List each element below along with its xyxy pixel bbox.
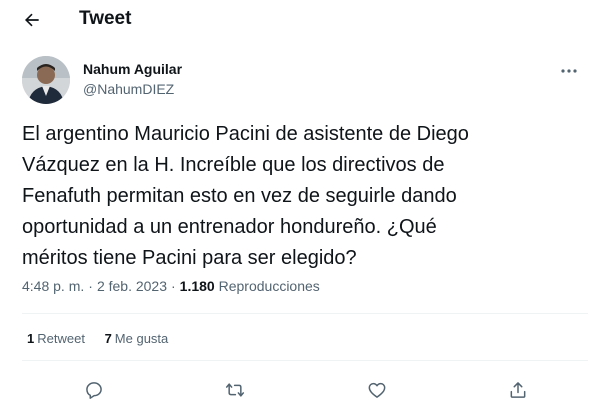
views-label: Reproducciones xyxy=(218,278,320,294)
like-button[interactable] xyxy=(363,376,391,404)
back-button[interactable] xyxy=(18,6,46,34)
tweet-time[interactable]: 4:48 p. m. xyxy=(22,278,84,294)
divider xyxy=(22,313,588,314)
tweet-text-line: méritos tiene Pacini para ser elegido? xyxy=(22,247,357,269)
retweets-count: 1 xyxy=(27,331,35,346)
retweets-stat[interactable]: 1 Retweet xyxy=(27,331,85,346)
tweet-author: Nahum Aguilar @NahumDIEZ xyxy=(22,56,582,108)
more-options-button[interactable] xyxy=(556,62,582,80)
tweet-meta: 4:48 p. m. · 2 feb. 2023 · 1.180 Reproduccio… xyxy=(22,278,320,294)
more-horizontal-icon xyxy=(561,69,577,73)
action-bar xyxy=(0,376,596,404)
tweet-date[interactable]: 2 feb. 2023 xyxy=(97,278,167,294)
page-title: Tweet xyxy=(79,8,132,29)
share-button[interactable] xyxy=(504,376,532,404)
tweet-text-line: oportunidad a un entrenador hondureño. ¿… xyxy=(22,216,437,238)
tweet-text-line: Fenafuth permitan esto en vez de seguirl… xyxy=(22,185,457,207)
retweets-label: Retweet xyxy=(37,331,85,346)
tweet-text-line: Vázquez en la H. Increíble que los direc… xyxy=(22,154,445,176)
arrow-left-icon xyxy=(25,13,39,27)
profile-photo xyxy=(22,56,70,104)
retweet-button[interactable] xyxy=(221,376,249,404)
heart-icon xyxy=(368,382,386,398)
author-name[interactable]: Nahum Aguilar xyxy=(83,61,182,77)
views-count: 1.180 xyxy=(179,278,215,294)
tweet-text-line: El argentino Mauricio Pacini de asistent… xyxy=(22,123,469,145)
meta-separator: · xyxy=(171,278,176,294)
top-bar: Tweet xyxy=(0,0,596,40)
reply-button[interactable] xyxy=(80,376,108,404)
tweet-text: El argentino Mauricio Pacini de asistent… xyxy=(22,119,582,274)
share-icon xyxy=(510,382,526,398)
avatar[interactable] xyxy=(22,56,70,104)
likes-count: 7 xyxy=(104,331,112,346)
engagement-stats: 1 Retweet 7 Me gusta xyxy=(27,331,184,346)
retweet-icon xyxy=(225,383,245,397)
likes-stat[interactable]: 7 Me gusta xyxy=(105,331,169,346)
likes-label: Me gusta xyxy=(114,331,169,346)
divider xyxy=(22,360,588,361)
meta-separator: · xyxy=(88,278,93,294)
reply-icon xyxy=(86,382,102,399)
author-handle[interactable]: @NahumDIEZ xyxy=(83,81,174,97)
